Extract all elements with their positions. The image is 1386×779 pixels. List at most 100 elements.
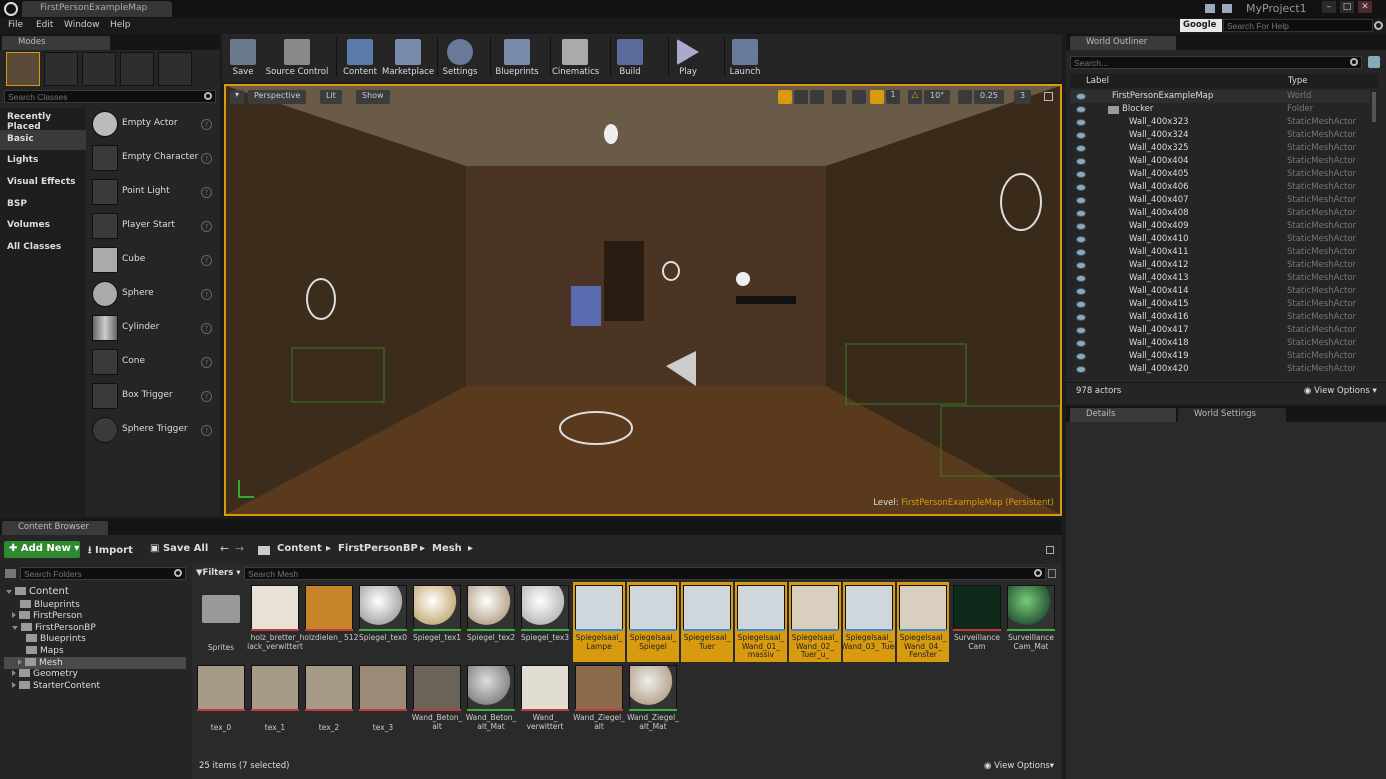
search-folders-input[interactable]: [20, 567, 186, 580]
outliner-row[interactable]: Wall_400x420 StaticMeshActor: [1070, 363, 1370, 376]
modes-tab[interactable]: Modes: [2, 36, 110, 50]
tree-item-firstpersonbp[interactable]: FirstPersonBP: [12, 623, 96, 633]
help-icon[interactable]: ?: [201, 153, 212, 164]
content-view-options[interactable]: ◉ View Options▾: [984, 761, 1054, 771]
outliner-row[interactable]: Wall_400x323 StaticMeshActor: [1070, 116, 1370, 129]
grid-size-value[interactable]: 1: [886, 90, 900, 104]
lock-icon[interactable]: [1046, 546, 1054, 554]
outliner-row[interactable]: Wall_400x418 StaticMeshActor: [1070, 337, 1370, 350]
search-mesh-input[interactable]: [244, 567, 1046, 580]
visibility-eye-icon[interactable]: [1076, 301, 1086, 308]
asset-tile-selected[interactable]: Spiegelsaal_ Wand_02_ Tuer_u_: [789, 582, 841, 662]
outliner-row-folder[interactable]: Blocker Folder: [1070, 103, 1370, 116]
save-all-button[interactable]: ▣ Save All: [150, 543, 208, 554]
content-browser-tab[interactable]: Content Browser: [2, 521, 108, 535]
column-label[interactable]: Label: [1086, 76, 1109, 86]
build-button[interactable]: Build: [614, 37, 646, 79]
outliner-row[interactable]: Wall_400x404 StaticMeshActor: [1070, 155, 1370, 168]
maximize-viewport-icon[interactable]: [1044, 92, 1053, 101]
tree-item-bp-blueprints[interactable]: Blueprints: [26, 634, 86, 644]
tree-item-startercontent[interactable]: StarterContent: [12, 681, 100, 691]
visibility-eye-icon[interactable]: [1076, 288, 1086, 295]
column-type[interactable]: Type: [1288, 76, 1308, 86]
camera-speed-button[interactable]: 3: [1014, 90, 1032, 104]
asset-tile[interactable]: Wand_ verwittert: [519, 662, 571, 742]
forward-arrow-icon[interactable]: →: [235, 542, 244, 555]
visibility-eye-icon[interactable]: [1076, 353, 1086, 360]
outliner-row[interactable]: Wall_400x411 StaticMeshActor: [1070, 246, 1370, 259]
place-item-point-light[interactable]: Point Light?: [88, 176, 218, 209]
place-item-cube[interactable]: Cube?: [88, 244, 218, 277]
visibility-eye-icon[interactable]: [1076, 223, 1086, 230]
menu-window[interactable]: Window: [64, 20, 100, 30]
save-button[interactable]: Save: [226, 37, 260, 79]
foliage-mode-icon[interactable]: [120, 52, 154, 86]
outliner-row[interactable]: Wall_400x413 StaticMeshActor: [1070, 272, 1370, 285]
notification-icon[interactable]: [1205, 4, 1215, 13]
filters-button[interactable]: ▼Filters ▾: [196, 568, 241, 578]
tree-item-geometry[interactable]: Geometry: [12, 669, 78, 679]
outliner-search-input[interactable]: [1070, 56, 1362, 69]
visibility-eye-icon[interactable]: [1076, 327, 1086, 334]
help-icon[interactable]: ?: [201, 255, 212, 266]
help-icon[interactable]: ?: [201, 221, 212, 232]
visibility-eye-icon[interactable]: [1076, 366, 1086, 373]
asset-tile[interactable]: tex_1: [249, 662, 301, 742]
tree-item-content[interactable]: Content: [6, 586, 69, 597]
source-control-status-icon[interactable]: [1222, 4, 1232, 13]
marketplace-button[interactable]: Marketplace: [382, 37, 434, 79]
visibility-eye-icon[interactable]: [1076, 145, 1086, 152]
visibility-eye-icon[interactable]: [1076, 184, 1086, 191]
outliner-row[interactable]: Wall_400x407 StaticMeshActor: [1070, 194, 1370, 207]
visibility-eye-icon[interactable]: [1076, 236, 1086, 243]
world-outliner-tab[interactable]: World Outliner: [1070, 36, 1176, 50]
asset-tile[interactable]: holz_bretter_ lack_verwittert: [247, 582, 303, 662]
asset-tile-selected[interactable]: Spiegelsaal_ Wand_01_ massiv: [735, 582, 787, 662]
tree-item-maps[interactable]: Maps: [26, 646, 64, 656]
settings-button[interactable]: Settings: [440, 37, 480, 79]
help-icon[interactable]: ?: [201, 425, 212, 436]
category-bsp[interactable]: BSP: [0, 195, 86, 215]
save-search-icon[interactable]: [1048, 569, 1056, 578]
import-button[interactable]: ⭳ Import: [88, 543, 133, 560]
asset-tile[interactable]: Spiegel_tex3: [519, 582, 571, 662]
asset-tile[interactable]: tex_3: [357, 662, 409, 742]
visibility-eye-icon[interactable]: [1076, 275, 1086, 282]
help-search-input[interactable]: [1223, 19, 1373, 32]
viewport-options-button[interactable]: ▾: [230, 90, 244, 104]
help-icon[interactable]: ?: [201, 289, 212, 300]
place-item-cone[interactable]: Cone?: [88, 346, 218, 379]
place-item-cylinder[interactable]: Cylinder?: [88, 312, 218, 345]
visibility-eye-icon[interactable]: [1076, 158, 1086, 165]
asset-tile[interactable]: Spiegel_tex0: [357, 582, 409, 662]
rotate-tool-icon[interactable]: [794, 90, 808, 104]
collapse-arrow-icon[interactable]: [12, 626, 18, 630]
scale-snap-icon[interactable]: [958, 90, 972, 104]
launch-button[interactable]: Launch: [728, 37, 762, 79]
category-recently-placed[interactable]: Recently Placed: [0, 108, 86, 132]
maximize-button[interactable]: □: [1340, 1, 1354, 13]
asset-tile[interactable]: Sprites: [195, 582, 247, 662]
outliner-view-options[interactable]: ◉ View Options ▾: [1304, 386, 1377, 396]
asset-tile[interactable]: Wand_Ziegel_ alt: [573, 662, 625, 742]
outliner-row[interactable]: Wall_400x415 StaticMeshActor: [1070, 298, 1370, 311]
asset-tile-selected[interactable]: Spiegelsaal_ Spiegel: [627, 582, 679, 662]
translate-tool-icon[interactable]: [778, 90, 792, 104]
visibility-eye-icon[interactable]: [1076, 210, 1086, 217]
outliner-row[interactable]: Wall_400x414 StaticMeshActor: [1070, 285, 1370, 298]
asset-tile-selected[interactable]: Spiegelsaal_ Tuer: [681, 582, 733, 662]
rotation-snap-value[interactable]: 10°: [924, 90, 951, 104]
perspective-button[interactable]: Perspective: [248, 90, 307, 104]
place-mode-icon[interactable]: [6, 52, 40, 86]
help-icon[interactable]: ?: [201, 323, 212, 334]
visibility-eye-icon[interactable]: [1076, 132, 1086, 139]
visibility-eye-icon[interactable]: [1076, 171, 1086, 178]
visibility-eye-icon[interactable]: [1076, 197, 1086, 204]
expand-arrow-icon[interactable]: [12, 612, 16, 618]
category-visual-effects[interactable]: Visual Effects: [0, 173, 86, 193]
asset-tile[interactable]: Wand_Ziegel_ alt_Mat: [627, 662, 679, 742]
paint-mode-icon[interactable]: [44, 52, 78, 86]
outliner-row[interactable]: Wall_400x419 StaticMeshActor: [1070, 350, 1370, 363]
add-new-button[interactable]: ✚ Add New ▾: [4, 541, 80, 558]
place-item-player-start[interactable]: Player Start?: [88, 210, 218, 243]
